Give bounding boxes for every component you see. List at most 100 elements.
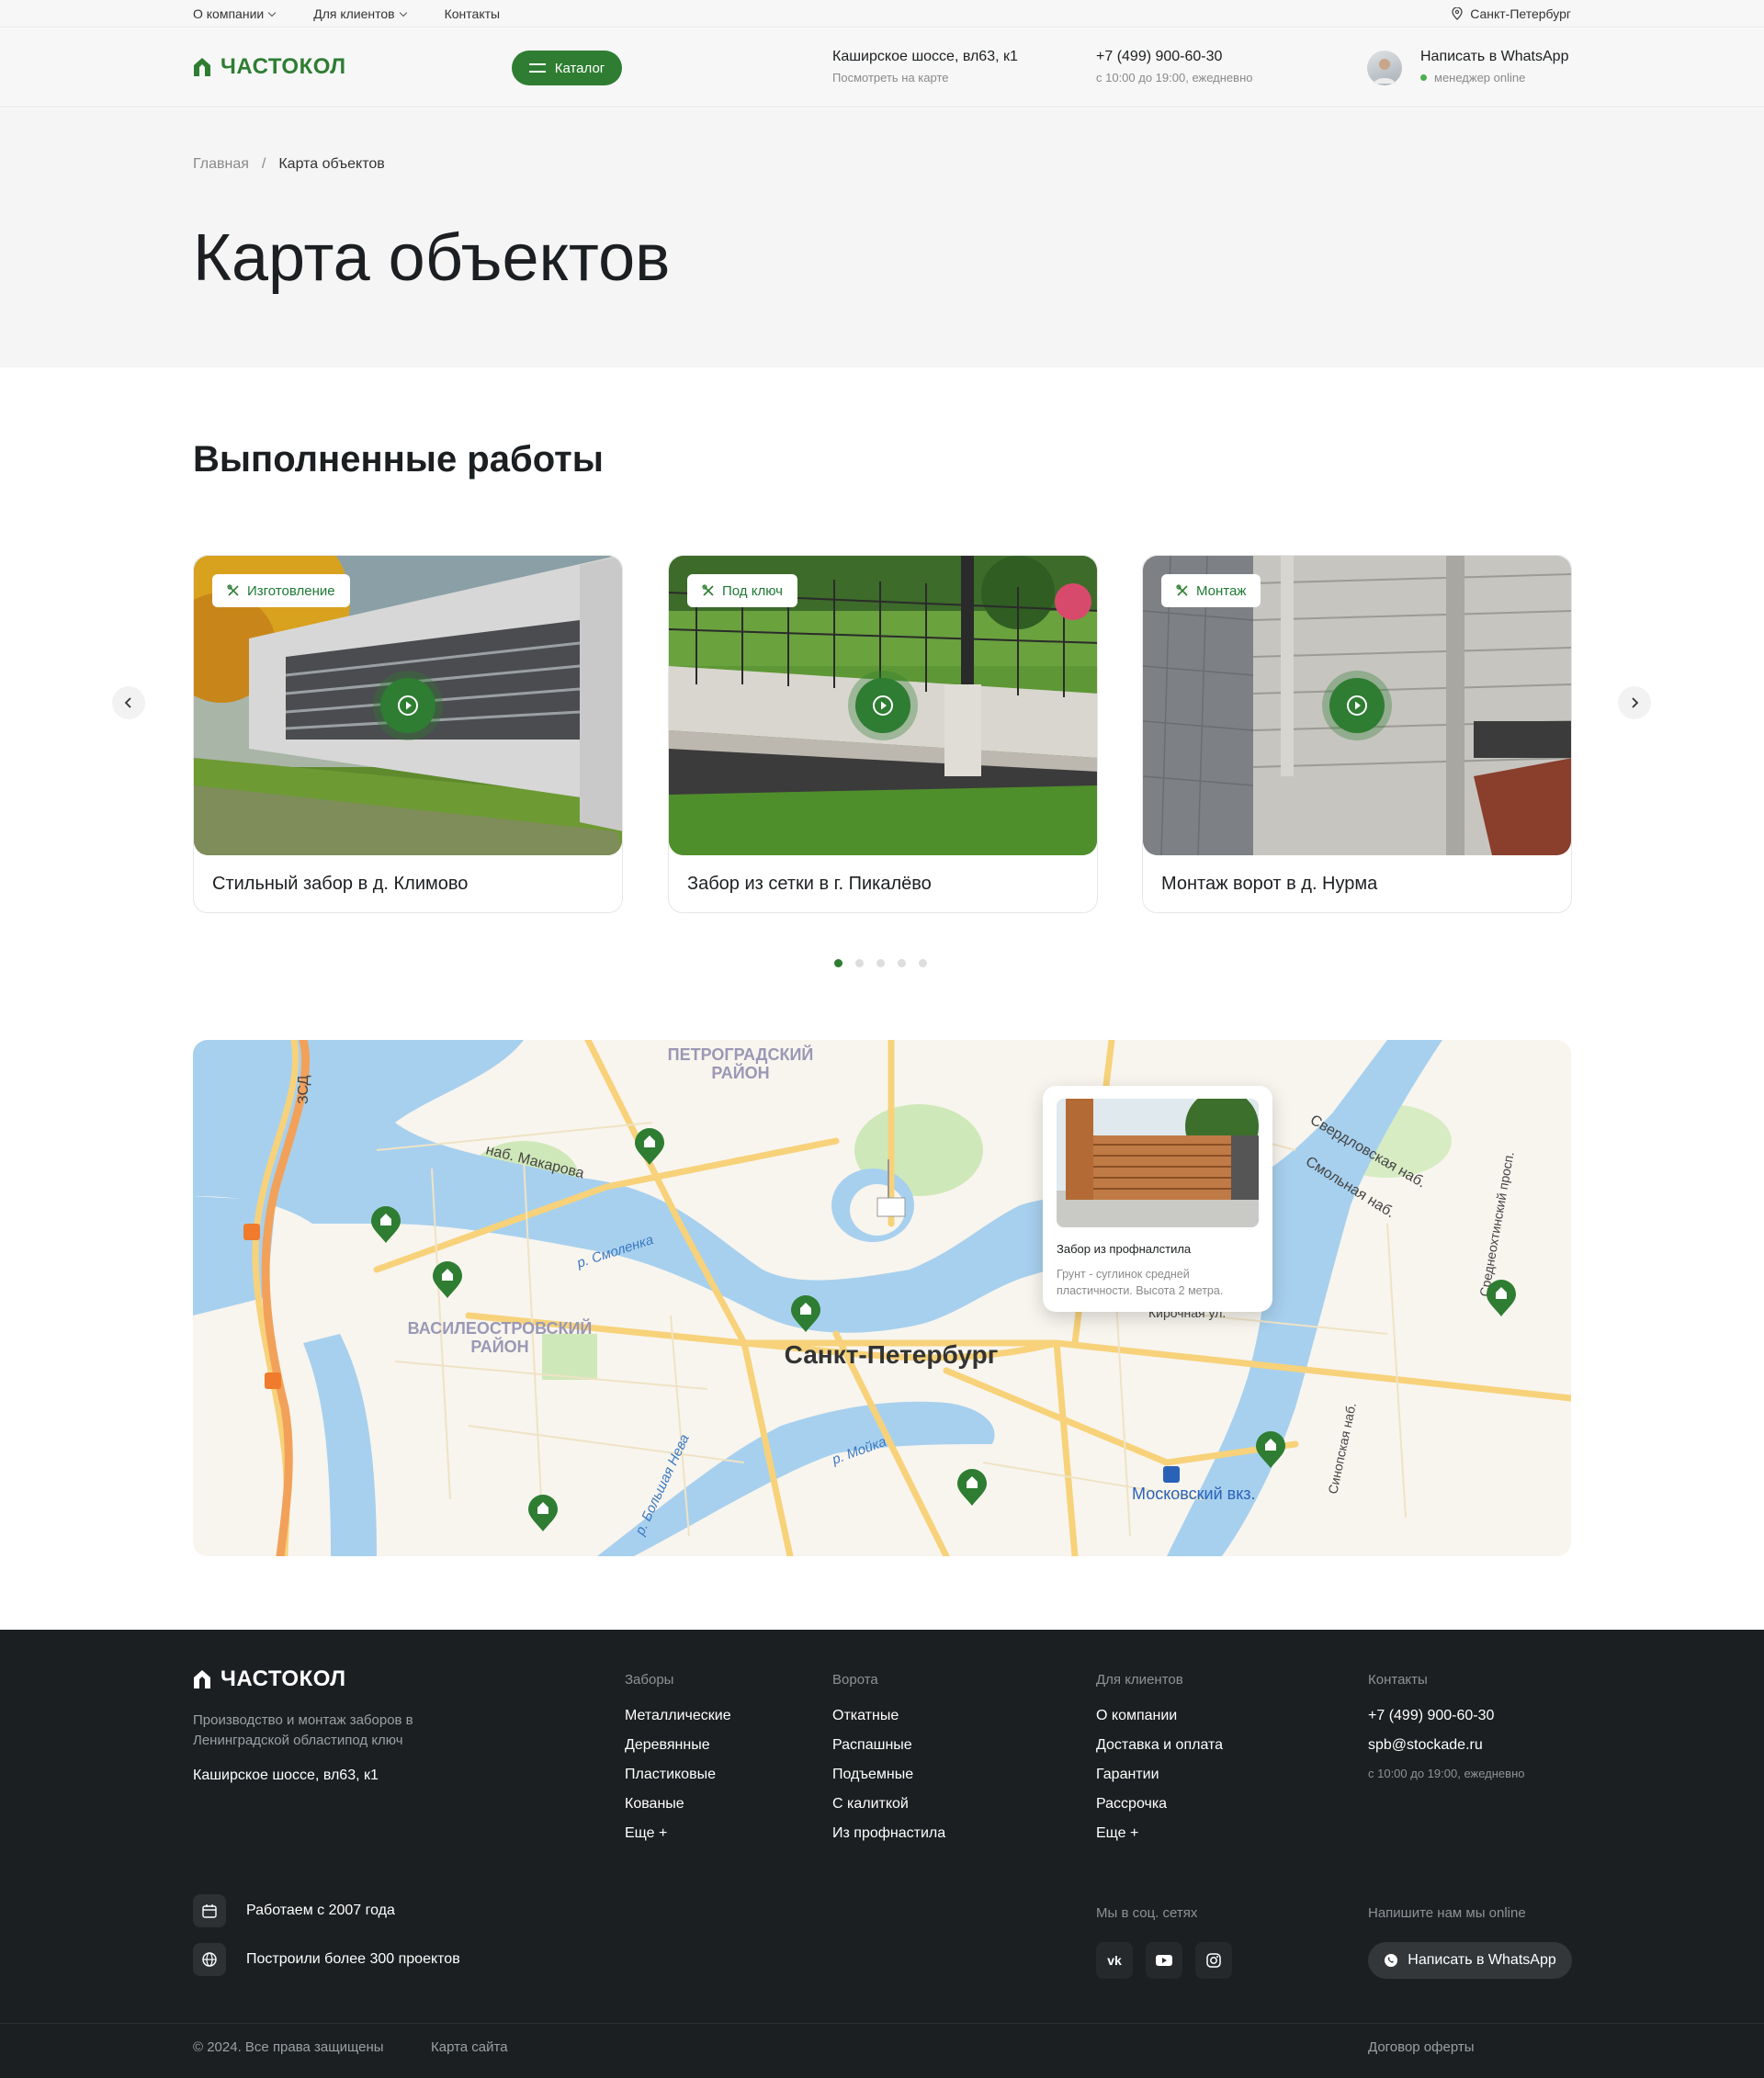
logo-house-icon [194,58,210,76]
footer-more-link[interactable]: Еще + [625,1825,731,1842]
slider-dot[interactable] [876,959,885,967]
map-label: РАЙОН [470,1337,528,1356]
social-links: vk [1096,1942,1232,1979]
station-icon [1163,1466,1180,1483]
catalog-button[interactable]: Каталог [512,51,622,85]
footer-link[interactable]: Пластиковые [625,1767,731,1783]
footer-link[interactable]: Распашные [832,1737,945,1754]
map-label: ВАСИЛЕОСТРОВСКИЙ [408,1318,593,1338]
slider-dot[interactable] [834,959,842,967]
objects-map[interactable]: ПЕТРОГРАДСКИЙ РАЙОН ВАСИЛЕОСТРОВСКИЙ РАЙ… [193,1040,1571,1556]
work-card[interactable]: Под ключ Забор из сетки в г. Пикалёво [668,555,1098,913]
header-phone[interactable]: +7 (499) 900-60-30 с 10:00 до 19:00, еже… [1096,49,1252,85]
work-tag: Изготовление [212,574,350,607]
tools-icon [227,584,239,596]
footer-link[interactable]: О компании [1096,1708,1223,1724]
footer-col-contacts: Контакты +7 (499) 900-60-30 spb@stockade… [1368,1672,1524,1796]
menu-icon [528,63,546,73]
manager-avatar [1367,51,1402,85]
online-dot-icon [1420,74,1427,81]
footer-phone[interactable]: +7 (499) 900-60-30 [1368,1708,1524,1724]
top-nav-clients[interactable]: Для клиентов [313,6,407,21]
offer-link[interactable]: Договор оферты [1368,2039,1475,2055]
footer-address: Каширское шоссе, вл63, к1 [193,1767,379,1783]
logo[interactable]: ЧАСТОКОЛ [193,54,346,80]
top-nav: О компании Для клиентов Контакты [193,6,500,21]
footer-more-link[interactable]: Еще + [1096,1825,1223,1842]
chevron-left-icon [124,697,131,708]
footer-email[interactable]: spb@stockade.ru [1368,1737,1524,1754]
globe-icon [193,1943,226,1976]
chevron-down-icon [267,8,277,17]
popup-description: Грунт - суглинок средней пластичности. В… [1057,1268,1224,1297]
map-label: Московский вкз. [1132,1485,1256,1503]
top-nav-about[interactable]: О компании [193,6,277,21]
chevron-right-icon [1632,697,1639,708]
work-card[interactable]: Монтаж Монтаж ворот в д. Нурма [1142,555,1572,913]
breadcrumb: Главная / Карта объектов [193,156,385,173]
youtube-icon[interactable] [1146,1942,1182,1979]
slider-next-button[interactable] [1618,686,1651,719]
location-pin-icon [1452,7,1463,20]
footer: ЧАСТОКОЛ Производство и монтаж заборов в… [0,1630,1764,2078]
work-caption: Монтаж ворот в д. Нурма [1161,874,1378,894]
breadcrumb-home[interactable]: Главная [193,156,249,173]
footer-description: Производство и монтаж заборов в Ленингра… [193,1712,413,1748]
footer-link[interactable]: Откатные [832,1708,945,1724]
footer-col-fences: Заборы Металлические Деревянные Пластико… [625,1672,731,1842]
footer-link[interactable]: Подъемные [832,1767,945,1783]
calendar-icon [193,1894,226,1927]
work-tag: Под ключ [687,574,797,607]
logo-house-icon [194,1670,210,1688]
top-bar: О компании Для клиентов Контакты Санкт-П… [0,0,1764,28]
play-video-button[interactable] [380,678,435,733]
footer-logo[interactable]: ЧАСТОКОЛ [193,1666,346,1692]
work-caption: Забор из сетки в г. Пикалёво [687,874,932,894]
header-address[interactable]: Каширское шоссе, вл63, к1 Посмотреть на … [832,49,1018,85]
vk-icon[interactable]: vk [1096,1942,1133,1979]
work-card[interactable]: Изготовление Стильный забор в д. Климово [193,555,623,913]
slider-prev-button[interactable] [112,686,145,719]
tools-icon [702,584,714,596]
page-title: Карта объектов [193,221,671,295]
footer-link[interactable]: С калиткой [832,1796,945,1813]
breadcrumb-current: Карта объектов [278,156,385,172]
play-video-button[interactable] [855,678,910,733]
footer-col-clients: Для клиентов О компании Доставка и оплат… [1096,1672,1224,1842]
footer-link[interactable]: Кованые [625,1796,731,1813]
instagram-icon[interactable] [1195,1942,1232,1979]
slider-dot[interactable] [919,959,927,967]
map-label: РАЙОН [711,1063,769,1082]
breadcrumb-separator: / [261,156,266,172]
copyright: © 2024. Все права защищены [193,2039,384,2055]
map-label: ЗСД [296,1075,311,1104]
whatsapp-icon [1385,1954,1398,1967]
toll-icon [243,1224,260,1240]
footer-badge: Работаем с 2007 года [193,1894,395,1927]
work-caption: Стильный забор в д. Климово [212,874,469,894]
sitemap-link[interactable]: Карта сайта [431,2039,508,2055]
map-label: ПЕТРОГРАДСКИЙ [668,1045,814,1064]
footer-link[interactable]: Доставка и оплата [1096,1737,1223,1754]
tools-icon [1176,584,1188,596]
play-video-button[interactable] [1329,678,1385,733]
footer-divider [0,2023,1764,2024]
footer-link[interactable]: Из профнастила [832,1825,945,1842]
footer-link[interactable]: Металлические [625,1708,731,1724]
footer-hours: с 10:00 до 19:00, ежедневно [1368,1767,1525,1780]
header-whatsapp[interactable]: Написать в WhatsApp менеджер online [1420,49,1568,85]
top-nav-contacts[interactable]: Контакты [445,6,500,21]
city-selector[interactable]: Санкт-Петербург [1452,6,1571,21]
slider-dot[interactable] [898,959,906,967]
footer-col-gates: Ворота Откатные Распашные Подъемные С ка… [832,1672,946,1842]
play-icon [398,695,418,716]
play-icon [1347,695,1367,716]
footer-link[interactable]: Гарантии [1096,1767,1223,1783]
chevron-down-icon [399,8,407,17]
footer-link[interactable]: Рассрочка [1096,1796,1223,1813]
map-popup[interactable]: Забор из профналстила Грунт - суглинок с… [1043,1086,1272,1312]
online-title: Напишите нам мы online [1368,1905,1526,1921]
footer-whatsapp-button[interactable]: Написать в WhatsApp [1368,1942,1572,1979]
footer-link[interactable]: Деревянные [625,1737,731,1754]
slider-dot[interactable] [855,959,864,967]
